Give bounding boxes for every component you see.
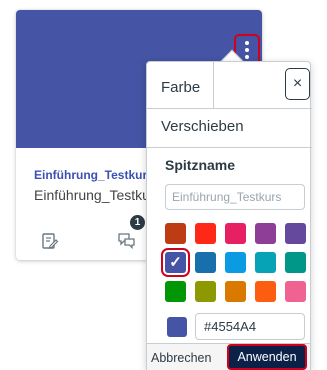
color-swatch[interactable] [195, 223, 216, 244]
discussion-unread-badge: 1 [130, 215, 145, 230]
dashboard-stage: Einführung_Testkurs Einführung_Testkurs … [0, 0, 327, 370]
cancel-button[interactable]: Abbrechen [151, 348, 211, 368]
divider [147, 108, 312, 109]
nickname-input[interactable] [165, 184, 305, 210]
color-swatch[interactable] [225, 252, 246, 273]
color-swatch[interactable] [165, 223, 186, 244]
color-swatch[interactable] [195, 252, 216, 273]
color-swatch[interactable] [255, 252, 276, 273]
selected-color-preview [167, 317, 187, 337]
close-icon: × [292, 75, 303, 92]
color-swatch[interactable] [255, 223, 276, 244]
checkmark-icon: ✓ [169, 254, 182, 271]
color-swatch[interactable] [165, 281, 186, 302]
discussions-icon[interactable] [117, 231, 137, 254]
tab-color[interactable]: Farbe [161, 79, 200, 96]
course-card-subtitle: Einführung_Testkurs [34, 187, 148, 203]
color-swatch[interactable] [195, 281, 216, 302]
popover-footer: Abbrechen Anwenden [147, 343, 310, 370]
divider [147, 147, 312, 148]
hex-color-input[interactable] [195, 313, 305, 340]
color-swatch[interactable]: ✓ [161, 248, 190, 277]
assignments-icon[interactable] [41, 232, 59, 255]
color-swatch[interactable] [285, 252, 306, 273]
tab-move[interactable]: Verschieben [161, 118, 244, 135]
color-swatch[interactable] [225, 281, 246, 302]
close-button[interactable]: × [285, 68, 310, 100]
color-swatch[interactable] [225, 223, 246, 244]
color-swatch-grid: ✓ [161, 223, 310, 302]
color-swatch[interactable] [255, 281, 276, 302]
course-card-title[interactable]: Einführung_Testkurs [34, 168, 148, 182]
nickname-label: Spitzname [165, 157, 236, 173]
card-color-popover: Farbe × Verschieben Spitzname ✓ Abbreche… [146, 61, 312, 370]
color-swatch[interactable] [285, 223, 306, 244]
apply-button[interactable]: Anwenden [227, 344, 307, 370]
color-swatch[interactable] [285, 281, 306, 302]
tab-divider [213, 62, 214, 108]
